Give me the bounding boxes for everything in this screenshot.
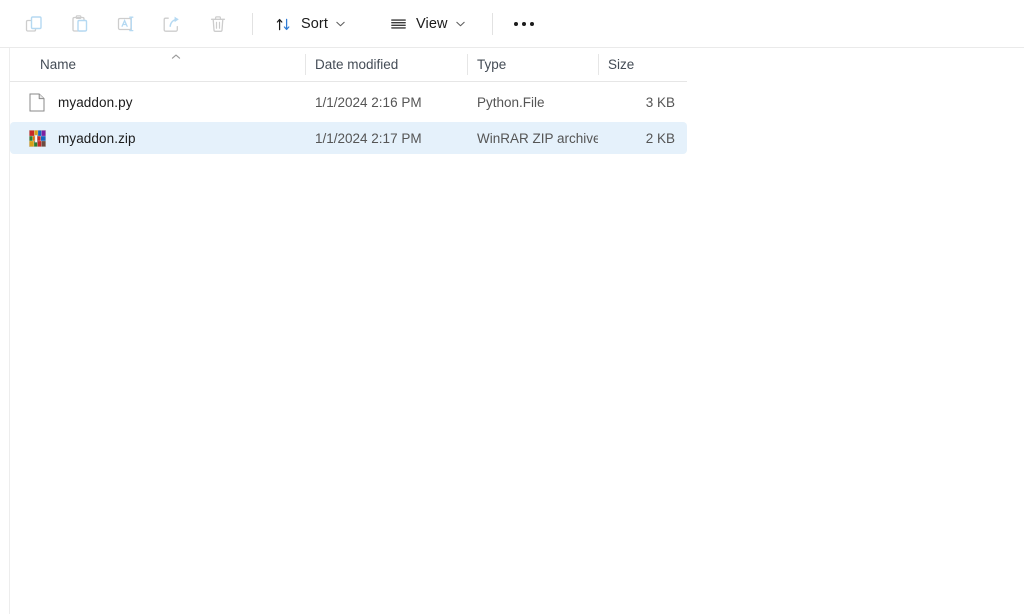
file-size-cell: 2 KB [645,130,675,146]
copy-icon [24,14,44,34]
paste-button[interactable] [60,7,100,41]
generic-file-icon [28,92,46,112]
table-row[interactable]: myaddon.zip 1/1/2024 2:17 PM WinRAR ZIP … [10,122,687,154]
toolbar-divider-2 [491,13,493,35]
ellipsis-icon [513,22,534,26]
sort-arrows-icon [274,15,292,33]
file-date-cell: 1/1/2024 2:16 PM [315,94,422,110]
file-type-cell: Python.File [477,94,545,110]
column-header-name-label: Name [40,57,77,72]
column-header-type[interactable]: Type [467,48,598,81]
view-label: View [416,16,448,32]
view-menu-button[interactable]: View [380,7,474,41]
table-row[interactable]: myaddon.py 1/1/2024 2:16 PM Python.File … [10,86,687,118]
file-type-cell: WinRAR ZIP archive [477,130,598,146]
column-header-name[interactable]: Name [10,48,305,81]
chevron-up-icon [170,49,182,59]
column-header-size-label: Size [608,57,635,72]
delete-icon [208,14,228,34]
chevron-down-icon [336,21,345,27]
column-header-date-modified[interactable]: Date modified [305,48,467,81]
view-list-icon [389,15,407,33]
winrar-archive-icon [28,128,46,148]
file-list-pane: Name Date modified Type Size myaddon.py … [0,48,1024,614]
share-icon [162,14,182,34]
file-name-label: myaddon.zip [58,130,136,146]
chevron-down-icon [455,21,465,27]
file-size-cell: 3 KB [645,94,675,110]
file-name-cell: myaddon.zip [10,122,305,154]
column-header-date-label: Date modified [315,57,399,72]
delete-button[interactable] [198,7,238,41]
command-bar: Sort View [0,0,1024,48]
rename-icon [116,14,136,34]
column-header-row: Name Date modified Type Size [10,48,687,82]
rename-button[interactable] [106,7,146,41]
column-header-size[interactable]: Size [598,48,687,81]
file-name-label: myaddon.py [58,94,133,110]
see-more-button[interactable] [505,7,543,41]
sort-label: Sort [301,16,328,32]
sort-menu-button[interactable]: Sort [265,7,354,41]
file-list: myaddon.py 1/1/2024 2:16 PM Python.File … [10,82,687,154]
toolbar-divider-1 [252,13,253,35]
file-name-cell: myaddon.py [10,86,305,118]
column-header-type-label: Type [477,57,507,72]
share-button[interactable] [152,7,192,41]
paste-icon [70,14,90,34]
copy-button[interactable] [14,7,54,41]
file-date-cell: 1/1/2024 2:17 PM [315,130,422,146]
